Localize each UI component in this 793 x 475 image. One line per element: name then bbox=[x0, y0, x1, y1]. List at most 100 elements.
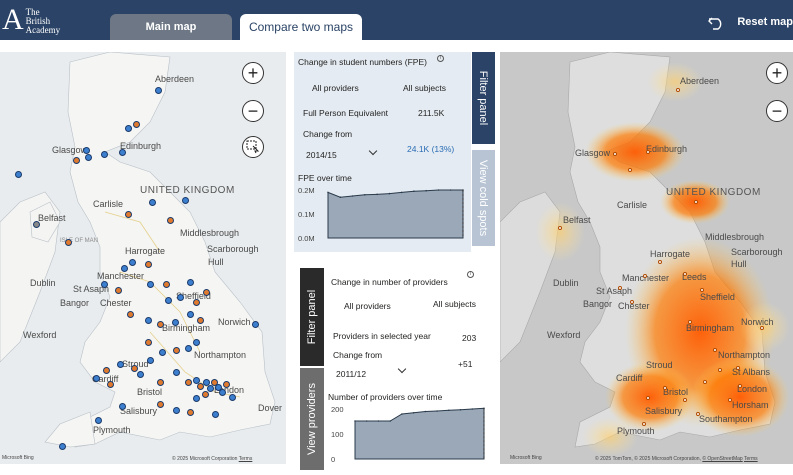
heat-point[interactable] bbox=[642, 422, 646, 426]
filter-panel-tab-bottom[interactable]: Filter panel bbox=[300, 268, 324, 366]
zoom-in-button[interactable]: + bbox=[242, 62, 264, 84]
right-zoom-in-button[interactable]: + bbox=[766, 62, 788, 84]
provider-dot[interactable] bbox=[162, 280, 170, 288]
students-info-icon[interactable]: i bbox=[437, 55, 444, 62]
heat-point[interactable] bbox=[558, 226, 562, 230]
provider-dot[interactable] bbox=[202, 288, 210, 296]
tab-main-map[interactable]: Main map bbox=[110, 14, 232, 40]
provider-dot[interactable] bbox=[186, 278, 194, 286]
provider-dot[interactable] bbox=[94, 416, 102, 424]
students-subjects-filter[interactable]: All subjects bbox=[403, 83, 446, 93]
provider-dot[interactable] bbox=[146, 280, 154, 288]
right-osm-link[interactable]: © OpenStreetMap bbox=[702, 456, 742, 462]
provider-dot[interactable] bbox=[144, 260, 152, 268]
view-providers-tab[interactable]: View providers bbox=[300, 368, 324, 470]
heat-point[interactable] bbox=[760, 326, 764, 330]
students-year-dropdown[interactable]: 2014/15 bbox=[306, 150, 337, 160]
provider-dot[interactable] bbox=[192, 394, 200, 402]
heat-point[interactable] bbox=[630, 300, 634, 304]
heat-point[interactable] bbox=[688, 320, 692, 324]
provider-dot[interactable] bbox=[92, 374, 100, 382]
provider-dot[interactable] bbox=[156, 400, 164, 408]
heat-point[interactable] bbox=[700, 288, 704, 292]
provider-dot[interactable] bbox=[14, 170, 22, 178]
left-terms-link[interactable]: Terms bbox=[239, 456, 253, 462]
provider-dot[interactable] bbox=[186, 408, 194, 416]
provider-dot[interactable] bbox=[166, 216, 174, 224]
heat-point[interactable] bbox=[646, 150, 650, 154]
provider-dot[interactable] bbox=[130, 364, 138, 372]
right-zoom-out-button[interactable]: − bbox=[766, 100, 788, 122]
zoom-out-button[interactable]: − bbox=[242, 100, 264, 122]
heat-point[interactable] bbox=[683, 398, 687, 402]
provider-dot[interactable] bbox=[158, 348, 166, 356]
provider-dot[interactable] bbox=[172, 368, 180, 376]
provider-dot[interactable] bbox=[118, 148, 126, 156]
provider-dot[interactable] bbox=[181, 196, 189, 204]
provider-dot[interactable] bbox=[251, 320, 259, 328]
provider-dot[interactable] bbox=[102, 366, 110, 374]
provider-dot[interactable] bbox=[228, 393, 236, 401]
provider-dot[interactable] bbox=[116, 360, 124, 368]
provider-dot[interactable] bbox=[186, 310, 194, 318]
heat-point[interactable] bbox=[676, 88, 680, 92]
provider-dot[interactable] bbox=[100, 150, 108, 158]
provider-dot[interactable] bbox=[124, 210, 132, 218]
tab-compare-two-maps[interactable]: Compare two maps bbox=[240, 14, 362, 40]
right-terms-link[interactable]: Terms bbox=[744, 456, 758, 462]
provider-dot[interactable] bbox=[82, 146, 90, 154]
provider-dot[interactable] bbox=[148, 198, 156, 206]
provider-dot[interactable] bbox=[172, 346, 180, 354]
heat-point[interactable] bbox=[736, 366, 740, 370]
provider-dot[interactable] bbox=[156, 378, 164, 386]
provider-dot[interactable] bbox=[118, 402, 126, 410]
provider-dot[interactable] bbox=[124, 124, 132, 132]
provider-dot[interactable] bbox=[192, 338, 200, 346]
heat-point[interactable] bbox=[618, 286, 622, 290]
heat-point[interactable] bbox=[643, 274, 647, 278]
provider-dot[interactable] bbox=[32, 220, 40, 228]
providers-providers-filter[interactable]: All providers bbox=[344, 301, 391, 311]
provider-dot[interactable] bbox=[120, 264, 128, 272]
provider-dot[interactable] bbox=[184, 344, 192, 352]
providers-chevron-down-icon[interactable] bbox=[397, 364, 407, 374]
heat-point[interactable] bbox=[718, 368, 722, 372]
heat-point[interactable] bbox=[613, 152, 617, 156]
heat-point[interactable] bbox=[696, 412, 700, 416]
provider-dot[interactable] bbox=[176, 293, 184, 301]
heat-point[interactable] bbox=[628, 168, 632, 172]
provider-dot[interactable] bbox=[144, 338, 152, 346]
provider-dot[interactable] bbox=[201, 390, 209, 398]
provider-dot[interactable] bbox=[128, 258, 136, 266]
heat-point[interactable] bbox=[728, 398, 732, 402]
provider-dot[interactable] bbox=[106, 380, 114, 388]
heat-point[interactable] bbox=[663, 386, 667, 390]
provider-dot[interactable] bbox=[58, 442, 66, 450]
heat-point[interactable] bbox=[658, 260, 662, 264]
heat-point[interactable] bbox=[646, 396, 650, 400]
provider-dot[interactable] bbox=[172, 406, 180, 414]
provider-dot[interactable] bbox=[84, 153, 92, 161]
provider-dot[interactable] bbox=[184, 378, 192, 386]
heat-point[interactable] bbox=[703, 380, 707, 384]
heat-point[interactable] bbox=[713, 348, 717, 352]
provider-dot[interactable] bbox=[206, 384, 214, 392]
provider-dot[interactable] bbox=[196, 316, 204, 324]
provider-dot[interactable] bbox=[222, 380, 230, 388]
heat-point[interactable] bbox=[738, 384, 742, 388]
provider-dot[interactable] bbox=[211, 410, 219, 418]
provider-dot[interactable] bbox=[100, 280, 108, 288]
reset-map-button[interactable]: Reset map bbox=[707, 8, 793, 36]
provider-dot[interactable] bbox=[171, 318, 179, 326]
students-providers-filter[interactable]: All providers bbox=[312, 83, 359, 93]
provider-dot[interactable] bbox=[136, 370, 144, 378]
provider-dot[interactable] bbox=[164, 296, 172, 304]
provider-dot[interactable] bbox=[146, 356, 154, 364]
provider-dot[interactable] bbox=[64, 238, 72, 246]
provider-dot[interactable] bbox=[156, 320, 164, 328]
providers-subjects-filter[interactable]: All subjects bbox=[433, 299, 476, 309]
heat-point[interactable] bbox=[683, 272, 687, 276]
provider-dot[interactable] bbox=[192, 298, 200, 306]
provider-dot[interactable] bbox=[72, 156, 80, 164]
filter-panel-tab-top[interactable]: Filter panel bbox=[472, 52, 495, 144]
